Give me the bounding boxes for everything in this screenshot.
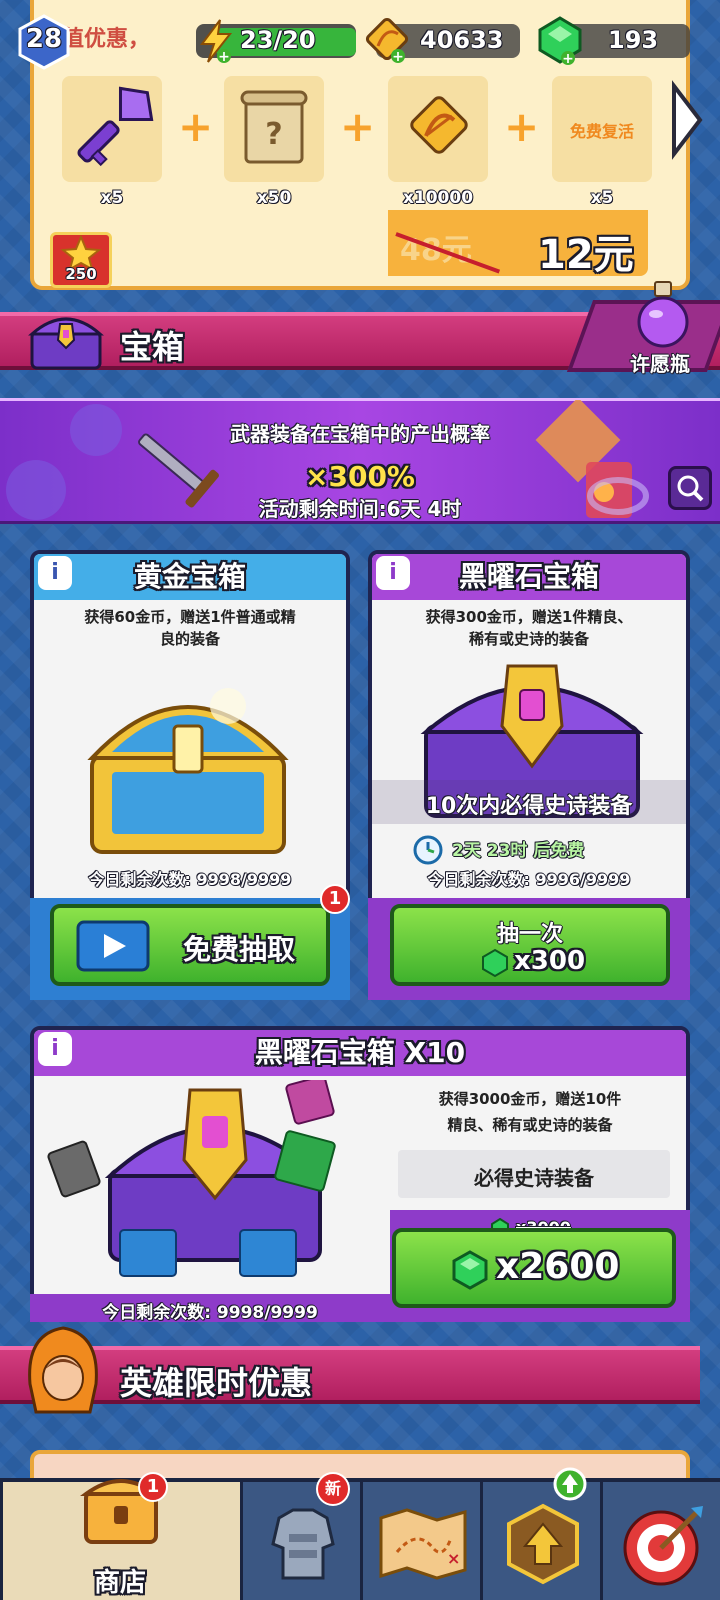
potion-bottle-icon — [637, 281, 689, 348]
obsidian-x10-desc-line2: 精良、稀有或史诗的装备 — [447, 1116, 613, 1134]
obsidian-x10-remaining: 今日剩余次数: 9998/9999 — [102, 1303, 318, 1323]
search-button[interactable] — [668, 466, 712, 510]
chest-section-title: 宝箱 — [120, 328, 185, 366]
obsidian-chest-title: 黑曜石宝箱 — [458, 560, 599, 593]
svg-text:×: × — [447, 1549, 460, 1568]
info-icon[interactable]: i — [376, 556, 410, 590]
magnifier-icon — [677, 475, 704, 502]
gold-chest-header: 黄金宝箱 — [34, 554, 346, 600]
stars-count: 250 — [65, 265, 97, 283]
plus-icon: + — [504, 102, 540, 151]
event-multiplier: ×300% — [305, 460, 415, 493]
info-icon[interactable]: i — [38, 1032, 72, 1066]
plus-icon: + — [340, 102, 376, 151]
stars-badge: 250 — [50, 232, 112, 288]
offer-item-qty: x5 — [100, 188, 124, 208]
obsidian-chest-remaining: 今日剩余次数: 9996/9999 — [427, 870, 631, 889]
gem-icon: + — [538, 16, 582, 66]
video-play-icon — [76, 920, 150, 972]
old-price: 48元 — [400, 225, 510, 269]
notification-badge: 1 — [138, 1472, 168, 1502]
gold-value: 40633 — [420, 26, 504, 54]
notification-badge: 1 — [320, 884, 350, 914]
draw-once-cost: x300 — [514, 946, 586, 976]
new-price: 12元 — [538, 232, 634, 278]
obsidian-x10-guarantee: 必得史诗装备 — [474, 1166, 594, 1190]
new-badge: 新 — [316, 1472, 350, 1506]
offer-item-qty: x10000 — [402, 188, 474, 208]
next-arrow-icon[interactable] — [666, 80, 706, 160]
chest-icon — [28, 317, 104, 370]
offer-item-scroll[interactable]: ? — [224, 76, 324, 182]
event-time-left: 活动剩余时间:6天 4时 — [258, 497, 462, 521]
obsidian-free-timer: 2天 23时 后免费 — [452, 841, 585, 861]
wish-bottle-label: 许愿瓶 — [630, 352, 690, 376]
obsidian-x10-desc-line1: 获得3000金币，赠送10件 — [438, 1090, 622, 1108]
nav-shop-label: 商店 — [93, 1568, 146, 1598]
hero-avatar-icon — [28, 1326, 98, 1414]
gold-chest-title: 黄金宝箱 — [133, 560, 246, 593]
star-icon — [60, 234, 102, 272]
offer-item-bow-token[interactable] — [388, 76, 488, 182]
armor-icon — [271, 1508, 335, 1580]
draw-ten-button[interactable]: x2600 — [392, 1228, 676, 1308]
offer-item-qty: x5 — [590, 188, 614, 208]
gem-icon — [452, 1250, 488, 1290]
revive-label: 免费复活 — [569, 122, 634, 141]
upgrade-arrow-icon — [507, 1503, 579, 1585]
lightning-icon: + — [200, 19, 233, 64]
offer-item-revive[interactable]: 免费复活 — [552, 76, 652, 182]
mystery-scroll-icon: ? — [240, 90, 308, 164]
upgrade-available-icon — [553, 1467, 587, 1501]
map-icon: × — [379, 1508, 467, 1580]
key-icon — [77, 86, 154, 167]
offer-item-key[interactable] — [62, 76, 162, 182]
obsidian-x10-chest-image[interactable] — [40, 1080, 380, 1290]
obsidian-guarantee: 10次内必得史诗装备 — [425, 794, 633, 819]
clock-icon — [413, 835, 443, 865]
hero-section-title: 英雄限时优惠 — [120, 1364, 313, 1402]
draw-ten-cost: x2600 — [496, 1246, 620, 1287]
draw-once-label: 抽一次 — [496, 922, 563, 947]
plus-icon: + — [178, 102, 214, 151]
offer-item-qty: x50 — [256, 188, 292, 208]
energy-value: 23/20 — [240, 26, 316, 54]
gem-icon — [482, 948, 508, 978]
gold-chest-desc-line1: 获得60金币，赠送1件普通或精 — [84, 608, 296, 626]
svg-text:+: + — [392, 49, 404, 65]
gold-chest-remaining: 今日剩余次数: 9998/9999 — [88, 870, 292, 889]
target-icon — [623, 1506, 703, 1586]
gold-chest-image[interactable] — [78, 666, 298, 866]
obsidian-x10-header: 黑曜石宝箱 X10 — [34, 1030, 686, 1076]
nav-map[interactable]: × — [360, 1482, 480, 1600]
gold-bow-icon: + — [365, 17, 409, 65]
event-title: 武器装备在宝箱中的产出概率 — [230, 422, 490, 446]
draw-once-button[interactable]: 抽一次 x300 — [390, 904, 670, 986]
obsidian-chest-header: 黑曜石宝箱 — [372, 554, 686, 600]
player-level: 28 — [25, 24, 63, 54]
svg-text:+: + — [562, 51, 574, 66]
bow-token-icon — [410, 96, 468, 154]
gold-chest-desc-line2: 良的装备 — [159, 630, 220, 648]
free-draw-label: 免费抽取 — [182, 933, 295, 966]
obsidian-chest-desc-line2: 稀有或史诗的装备 — [468, 630, 589, 648]
svg-text:+: + — [218, 49, 230, 64]
obsidian-chest-desc-line1: 获得300金币，赠送1件精良、 — [425, 608, 633, 626]
obsidian-x10-title: 黑曜石宝箱 X10 — [254, 1036, 466, 1069]
svg-text:?: ? — [265, 117, 282, 152]
nav-challenge[interactable] — [600, 1482, 720, 1600]
gem-value: 193 — [608, 26, 659, 54]
info-icon[interactable]: i — [38, 556, 72, 590]
free-draw-button[interactable]: 免费抽取 — [50, 904, 330, 986]
